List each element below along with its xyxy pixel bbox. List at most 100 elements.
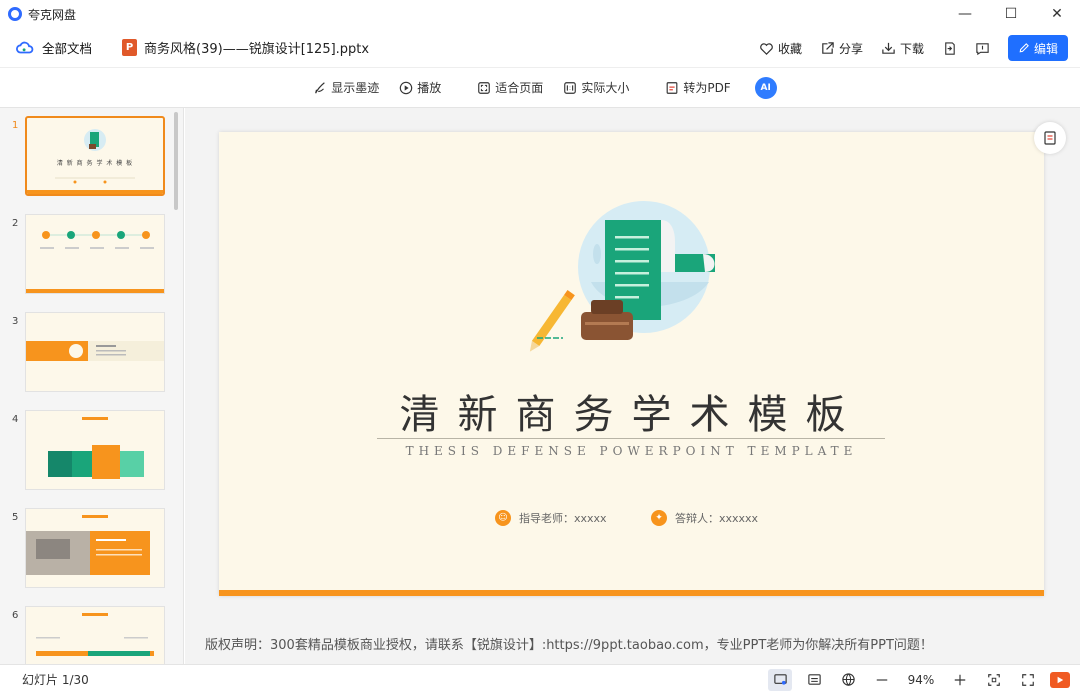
- convert-pdf-button[interactable]: 转为PDF: [665, 79, 731, 96]
- slide-thumbnail[interactable]: [25, 312, 165, 392]
- download-label: 下载: [899, 41, 924, 56]
- pencil-icon: [1019, 43, 1029, 53]
- minimize-button[interactable]: —: [942, 0, 988, 28]
- defender-label: 答辩人：xxxxxx: [675, 512, 759, 525]
- notes-view-button[interactable]: [802, 669, 826, 691]
- slide-illustration: [529, 201, 715, 352]
- file-header: 全部文档 P 商务风格(39)——锐旗设计[125].pptx 收藏 分享 下载…: [0, 28, 1080, 68]
- play-icon: [1057, 676, 1064, 683]
- slide-thumbnail[interactable]: [25, 410, 165, 490]
- fit-page-label: 适合页面: [495, 81, 544, 95]
- thumbnail-art: [27, 129, 163, 194]
- slide-view-icon: [773, 674, 787, 685]
- slide-view-button[interactable]: [768, 668, 792, 691]
- thumbnail-art: [36, 613, 154, 656]
- thumbnail-art: [48, 417, 144, 479]
- thumbnail-art: [26, 341, 164, 361]
- globe-icon: [841, 673, 855, 686]
- notes-view-icon: [807, 674, 821, 685]
- person-icon: ☺: [495, 510, 511, 526]
- all-documents-link[interactable]: 全部文档: [42, 38, 92, 57]
- slide-viewer: 清新商务学术模板 THESIS DEFENSE POWERPOINT TEMPL…: [185, 108, 1080, 664]
- thumbnail-number: 2: [12, 218, 19, 229]
- favorite-button[interactable]: 收藏: [759, 40, 802, 57]
- actual-size-icon: [564, 81, 577, 94]
- actual-size-button[interactable]: 实际大小: [563, 79, 629, 96]
- thumbnail-row-3[interactable]: 3: [0, 312, 183, 396]
- status-controls: 94%: [768, 665, 1070, 693]
- plus-icon: [954, 674, 966, 685]
- fullscreen-button[interactable]: [1016, 669, 1040, 691]
- play-circle-icon: [400, 81, 413, 94]
- favorite-label: 收藏: [777, 41, 802, 56]
- minus-icon: [876, 678, 888, 681]
- app-title: 夸克网盘: [28, 7, 77, 22]
- web-view-button[interactable]: [836, 669, 860, 691]
- thumbnail-row-2[interactable]: 2: [0, 214, 183, 298]
- actual-size-label: 实际大小: [581, 81, 630, 95]
- share-button[interactable]: 分享: [820, 40, 863, 57]
- zoom-out-button[interactable]: [870, 669, 894, 691]
- window-controls: — ☐ ✕: [942, 0, 1080, 28]
- convert-pdf-label: 转为PDF: [683, 81, 731, 95]
- comment-button[interactable]: [975, 41, 990, 56]
- defender-info: ✦ 答辩人：xxxxxx: [651, 510, 758, 526]
- thumbnail-row-6[interactable]: 6: [0, 606, 183, 664]
- slide-subtitle: THESIS DEFENSE POWERPOINT TEMPLATE: [405, 444, 858, 458]
- export-button[interactable]: [942, 41, 957, 56]
- header-actions: 收藏 分享 下载 编辑: [759, 28, 1068, 68]
- slide-bottom-bar: [219, 590, 1044, 596]
- pptx-file-icon: P: [122, 39, 138, 56]
- zoom-in-button[interactable]: [948, 669, 972, 691]
- pdf-convert-icon: [666, 81, 678, 94]
- advisor-label: 指导老师：xxxxx: [519, 512, 607, 525]
- share-label: 分享: [838, 41, 863, 56]
- zoom-level: 94%: [907, 672, 935, 687]
- close-button[interactable]: ✕: [1034, 0, 1080, 28]
- show-ink-button[interactable]: 显示墨迹: [313, 79, 379, 96]
- heart-icon: [760, 42, 773, 55]
- show-ink-label: 显示墨迹: [331, 81, 380, 95]
- thumbnail-number: 1: [12, 120, 19, 131]
- title-bar: 夸克网盘 — ☐ ✕: [0, 0, 1080, 28]
- edit-label: 编辑: [1033, 41, 1058, 56]
- fit-window-button[interactable]: [982, 669, 1006, 691]
- title-divider: [377, 438, 885, 439]
- slide-floating-tool-button[interactable]: [1034, 122, 1066, 154]
- quark-logo-icon: [8, 7, 22, 21]
- cloud-icon: [16, 41, 34, 53]
- ai-assistant-button[interactable]: AI: [754, 76, 777, 99]
- thumbnail-art: [26, 515, 150, 575]
- slide-thumbnail[interactable]: 清 新 商 务 学 术 模 板: [25, 116, 165, 196]
- slide-thumbnail[interactable]: [25, 508, 165, 588]
- slide-thumbnail-panel: 1 清 新 商 务 学 术 模 板 2 3 4 5 6: [0, 108, 184, 664]
- fit-page-button[interactable]: 适合页面: [477, 79, 543, 96]
- slideshow-play-button[interactable]: [1050, 671, 1070, 688]
- thumbnail-row-4[interactable]: 4: [0, 410, 183, 494]
- download-button[interactable]: 下载: [881, 40, 924, 57]
- fullscreen-icon: [1022, 673, 1034, 686]
- slide-title: 清新商务学术模板: [399, 392, 864, 438]
- advisor-info: ☺ 指导老师：xxxxx: [495, 510, 607, 526]
- thumbnail-row-5[interactable]: 5: [0, 508, 183, 592]
- download-icon: [882, 42, 895, 54]
- fit-window-icon: [988, 673, 1000, 686]
- slide-thumbnail[interactable]: [25, 214, 165, 294]
- copyright-notice: 版权声明：300套精品模板商业授权，请联系【锐旗设计】:https://9ppt…: [205, 638, 933, 653]
- file-name: 商务风格(39)——锐旗设计[125].pptx: [144, 42, 370, 57]
- fit-page-icon: [478, 81, 491, 94]
- thumbnail-number: 4: [12, 414, 19, 425]
- thumbnail-row-1[interactable]: 1 清 新 商 务 学 术 模 板: [0, 116, 183, 200]
- ink-pen-icon: [315, 81, 325, 94]
- thumbnail-art: [26, 231, 164, 293]
- viewer-toolbar: 显示墨迹 播放 适合页面 实际大小 转为PDF AI: [0, 68, 1080, 108]
- export-icon: [945, 41, 955, 55]
- thumbnail-number: 6: [12, 610, 19, 621]
- play-button[interactable]: 播放: [399, 79, 441, 96]
- edit-button[interactable]: 编辑: [1008, 35, 1068, 61]
- status-bar: 幻灯片 1/30 94%: [0, 664, 1080, 693]
- play-label: 播放: [417, 81, 442, 95]
- notes-icon: [1044, 131, 1056, 145]
- slide-thumbnail[interactable]: [25, 606, 165, 664]
- maximize-button[interactable]: ☐: [988, 0, 1034, 28]
